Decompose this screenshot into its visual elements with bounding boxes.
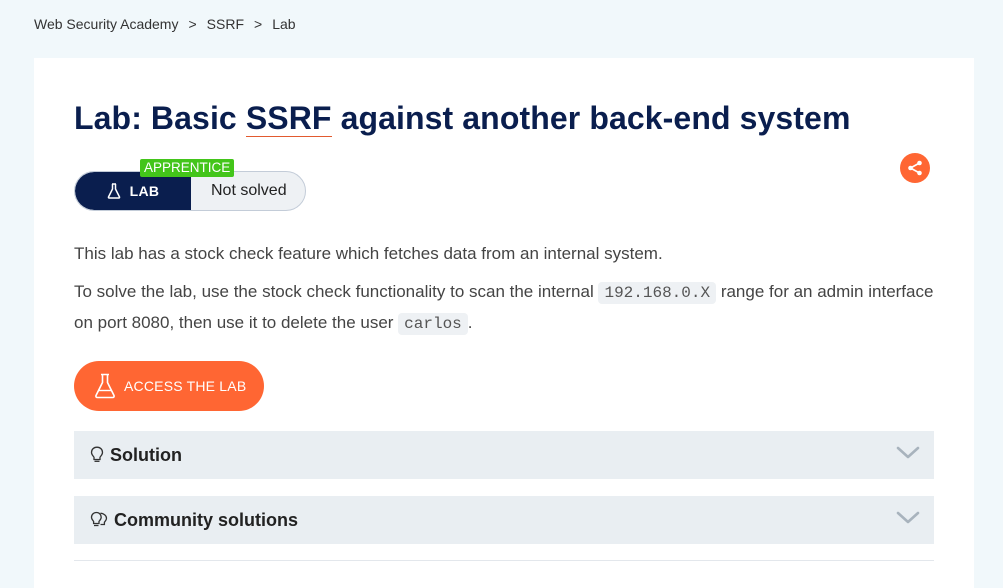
flask-icon (107, 183, 120, 199)
code-ip-range: 192.168.0.X (598, 282, 717, 304)
chevron-down-icon (896, 446, 920, 459)
title-prefix: Lab: Basic (74, 100, 246, 136)
title-suffix: against another back-end system (331, 100, 851, 136)
breadcrumb-lab[interactable]: Lab (272, 16, 295, 32)
solution-label: Solution (110, 444, 182, 465)
chevron-down-icon (896, 511, 920, 524)
share-button[interactable] (900, 153, 930, 183)
divider (74, 560, 934, 561)
lightbulb-icon (90, 511, 108, 527)
community-solutions-label: Community solutions (114, 509, 298, 530)
lab-card: Lab: Basic SSRF against another back-end… (34, 58, 974, 588)
breadcrumb-ssrf[interactable]: SSRF (207, 16, 244, 32)
flask-icon (95, 373, 115, 399)
solved-status-text: Not solved (211, 182, 287, 199)
share-icon (908, 160, 922, 176)
page-title: Lab: Basic SSRF against another back-end… (74, 100, 851, 137)
breadcrumb: Web Security Academy > SSRF > Lab (34, 16, 296, 32)
code-username: carlos (398, 313, 468, 335)
lab-type-text: LAB (129, 183, 160, 199)
breadcrumb-web-security-academy[interactable]: Web Security Academy (34, 16, 178, 32)
community-solutions-accordion[interactable]: Community solutions (74, 496, 934, 544)
lab-description: This lab has a stock check feature which… (74, 239, 944, 347)
solution-accordion[interactable]: Solution (74, 431, 934, 479)
access-lab-label: ACCESS THE LAB (124, 378, 247, 394)
lightbulb-icon (90, 446, 104, 462)
lab-status-pill: LAB Not solved (74, 171, 306, 211)
description-paragraph: To solve the lab, use the stock check fu… (74, 277, 944, 339)
solved-status: Not solved (191, 172, 305, 210)
access-lab-button[interactable]: ACCESS THE LAB (74, 361, 264, 411)
breadcrumb-separator: > (188, 16, 197, 32)
description-text: . (467, 313, 473, 332)
description-text: To solve the lab, use the stock check fu… (74, 282, 599, 301)
lab-type-label: LAB (75, 172, 191, 210)
description-paragraph: This lab has a stock check feature which… (74, 244, 663, 263)
breadcrumb-separator: > (254, 16, 263, 32)
title-ssrf-link[interactable]: SSRF (245, 100, 332, 137)
level-badge: APPRENTICE (140, 159, 235, 177)
